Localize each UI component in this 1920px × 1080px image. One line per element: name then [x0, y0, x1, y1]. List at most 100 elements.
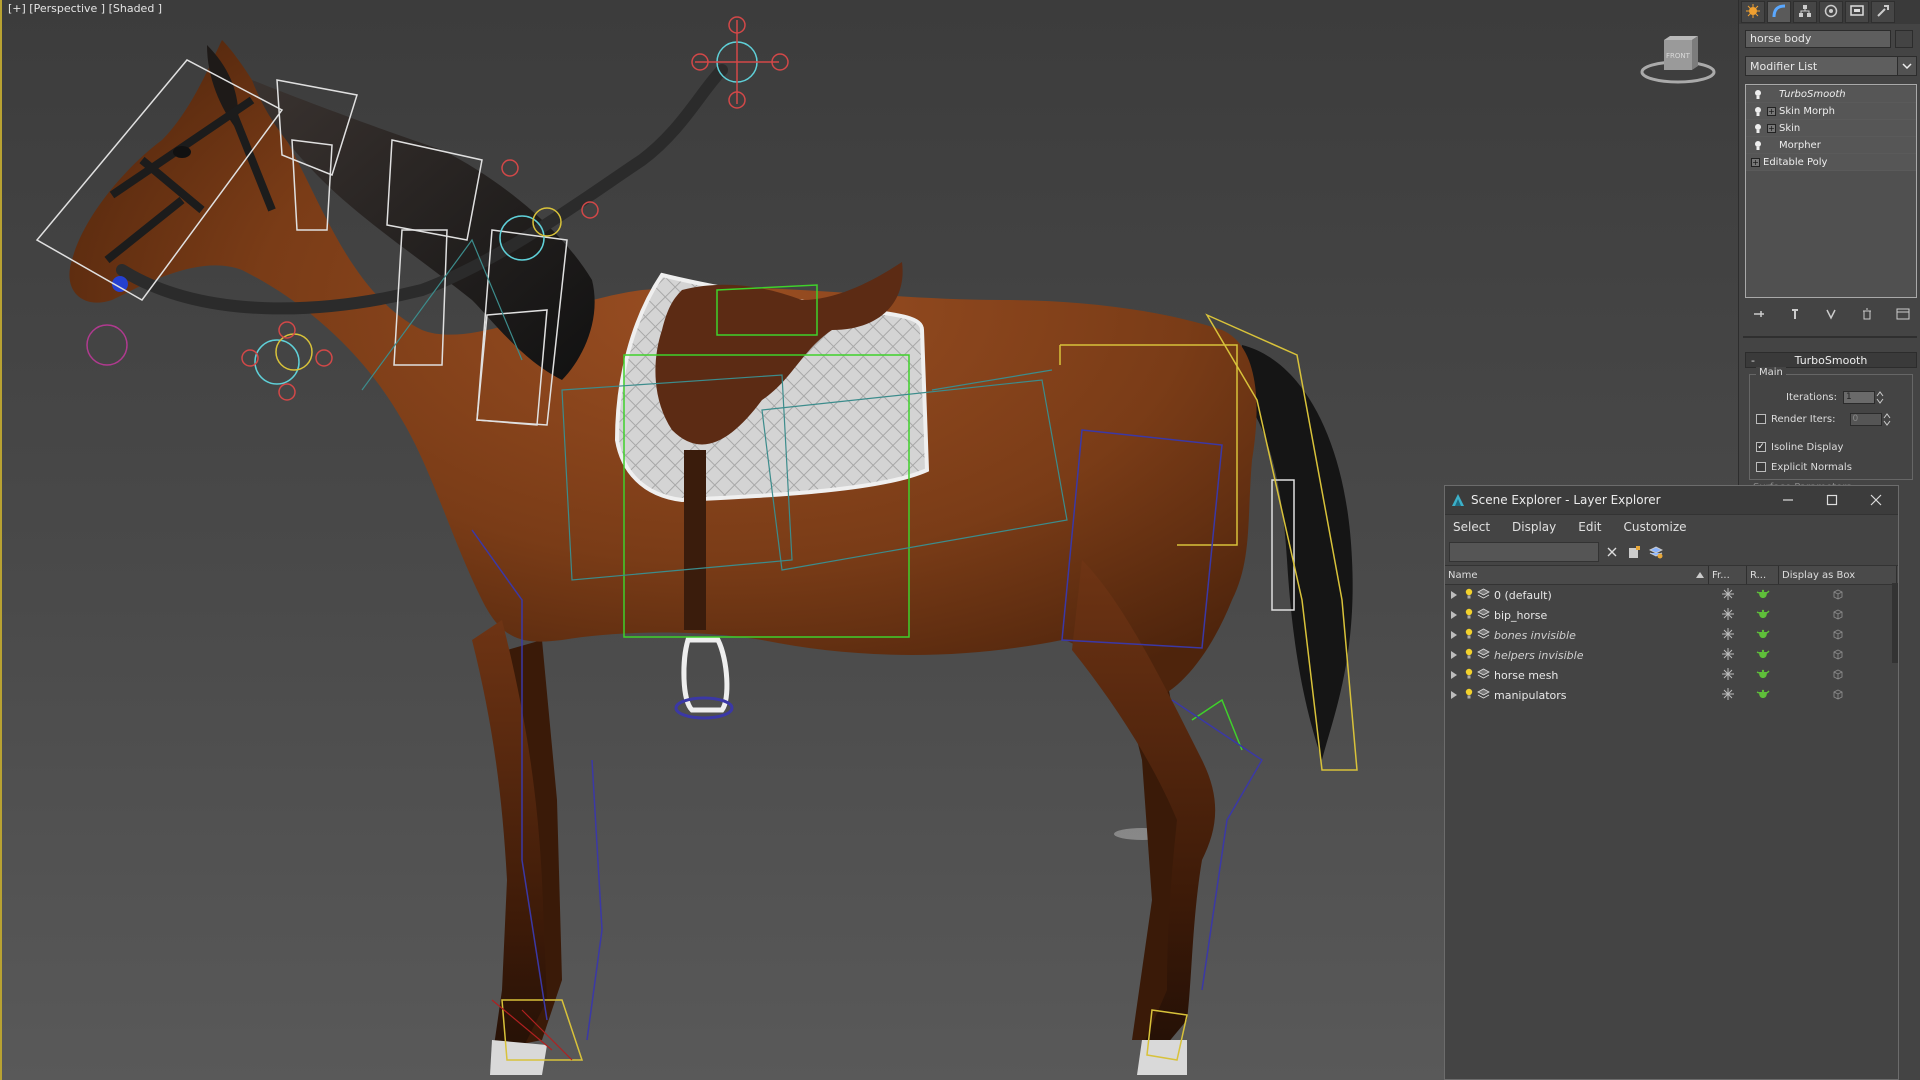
- render-teapot-icon[interactable]: [1756, 588, 1770, 602]
- layer-row[interactable]: bones invisible: [1445, 625, 1898, 645]
- expand-arrow-icon[interactable]: [1451, 591, 1457, 599]
- stack-item-turbosmooth[interactable]: TurboSmooth: [1746, 86, 1916, 103]
- utilities-icon: [1876, 4, 1890, 21]
- layer-row[interactable]: 0 (default): [1445, 585, 1898, 605]
- motion-tab[interactable]: [1819, 1, 1843, 23]
- column-name-header[interactable]: Name: [1445, 566, 1709, 584]
- vertical-scrollbar[interactable]: [1892, 583, 1898, 663]
- menu-customize[interactable]: Customize: [1624, 520, 1687, 534]
- close-icon: [1870, 494, 1882, 506]
- menu-display[interactable]: Display: [1512, 520, 1556, 534]
- spinner-arrows-icon[interactable]: [1883, 412, 1891, 426]
- viewport-label[interactable]: [+] [Perspective ] [Shaded ]: [8, 2, 162, 15]
- column-freeze-header[interactable]: Fr...: [1709, 566, 1747, 584]
- display-as-box-icon[interactable]: [1832, 688, 1844, 703]
- menu-edit[interactable]: Edit: [1578, 520, 1601, 534]
- expand-arrow-icon[interactable]: [1451, 631, 1457, 639]
- modify-tab[interactable]: [1767, 1, 1791, 23]
- object-name-field[interactable]: horse body: [1745, 30, 1891, 48]
- search-input[interactable]: [1449, 542, 1599, 562]
- layer-row[interactable]: helpers invisible: [1445, 645, 1898, 665]
- display-as-box-icon[interactable]: [1832, 588, 1844, 603]
- freeze-snowflake-icon[interactable]: [1722, 587, 1734, 603]
- layer-tools-button[interactable]: [1647, 543, 1665, 561]
- lightbulb-icon[interactable]: [1752, 139, 1764, 151]
- maximize-button[interactable]: [1810, 486, 1854, 514]
- stack-item-label: Morpher: [1779, 139, 1821, 151]
- expand-arrow-icon[interactable]: [1451, 691, 1457, 699]
- object-color-swatch[interactable]: [1895, 30, 1913, 48]
- layer-row[interactable]: horse mesh: [1445, 665, 1898, 685]
- lightbulb-icon[interactable]: [1465, 588, 1473, 602]
- lightbulb-icon[interactable]: [1465, 608, 1473, 622]
- scene-explorer-titlebar[interactable]: Scene Explorer - Layer Explorer: [1445, 486, 1898, 515]
- lightbulb-icon[interactable]: [1752, 88, 1764, 100]
- render-iters-checkbox[interactable]: [1756, 414, 1766, 424]
- render-teapot-icon[interactable]: [1756, 628, 1770, 642]
- render-teapot-icon[interactable]: [1756, 608, 1770, 622]
- freeze-snowflake-icon[interactable]: [1722, 627, 1734, 643]
- column-display-box-header[interactable]: Display as Box: [1779, 566, 1897, 584]
- configure-modifier-sets-icon[interactable]: [1895, 306, 1911, 322]
- rollout-title: TurboSmooth: [1794, 353, 1868, 367]
- hierarchy-tab[interactable]: [1793, 1, 1817, 23]
- freeze-snowflake-icon[interactable]: [1722, 647, 1734, 663]
- manipulator-bridle-gizmo[interactable]: [86, 321, 333, 401]
- lightbulb-icon[interactable]: [1465, 688, 1473, 702]
- lightbulb-icon[interactable]: [1465, 628, 1473, 642]
- menu-select[interactable]: Select: [1453, 520, 1490, 534]
- render-iters-spinner[interactable]: 0: [1849, 412, 1882, 426]
- chevron-down-icon: [1897, 57, 1916, 75]
- display-as-box-icon[interactable]: [1832, 648, 1844, 663]
- clear-search-button[interactable]: [1603, 543, 1621, 561]
- freeze-snowflake-icon[interactable]: [1722, 667, 1734, 683]
- turbosmooth-rollout-header[interactable]: - TurboSmooth: [1745, 352, 1917, 368]
- close-button[interactable]: [1854, 486, 1898, 514]
- expand-plus-icon[interactable]: +: [1767, 123, 1776, 133]
- display-tab[interactable]: [1845, 1, 1869, 23]
- explicit-normals-checkbox[interactable]: [1756, 462, 1766, 472]
- stack-item-skin[interactable]: + Skin: [1746, 120, 1916, 137]
- layer-stack-icon: [1477, 628, 1490, 643]
- layer-row[interactable]: manipulators: [1445, 685, 1898, 705]
- expand-arrow-icon[interactable]: [1451, 671, 1457, 679]
- render-teapot-icon[interactable]: [1756, 668, 1770, 682]
- show-end-result-icon[interactable]: [1787, 306, 1803, 322]
- spinner-arrows-icon[interactable]: [1876, 390, 1884, 404]
- freeze-snowflake-icon[interactable]: [1722, 687, 1734, 703]
- viewcube[interactable]: FRONT: [1638, 34, 1718, 86]
- add-layer-button[interactable]: [1625, 543, 1643, 561]
- stack-item-skin-morph[interactable]: + Skin Morph: [1746, 103, 1916, 120]
- make-unique-icon[interactable]: [1823, 306, 1839, 322]
- pin-stack-icon[interactable]: [1751, 306, 1767, 322]
- expand-arrow-icon[interactable]: [1451, 611, 1457, 619]
- modifier-list-dropdown[interactable]: Modifier List: [1745, 56, 1917, 76]
- stack-item-editable-poly[interactable]: + Editable Poly: [1746, 154, 1916, 171]
- command-panel-tabs: [1739, 0, 1920, 24]
- expand-plus-icon[interactable]: +: [1751, 157, 1760, 167]
- iterations-spinner[interactable]: 1: [1843, 390, 1875, 404]
- lightbulb-icon[interactable]: [1465, 668, 1473, 682]
- utilities-tab[interactable]: [1871, 1, 1895, 23]
- close-icon: [1607, 547, 1617, 557]
- render-teapot-icon[interactable]: [1756, 648, 1770, 662]
- layer-stack-icon: [1477, 648, 1490, 663]
- freeze-snowflake-icon[interactable]: [1722, 607, 1734, 623]
- minimize-button[interactable]: [1766, 486, 1810, 514]
- display-as-box-icon[interactable]: [1832, 668, 1844, 683]
- layer-row[interactable]: bip_horse: [1445, 605, 1898, 625]
- column-render-header[interactable]: R...: [1747, 566, 1779, 584]
- isoline-display-checkbox[interactable]: ✓: [1756, 442, 1766, 452]
- render-teapot-icon[interactable]: [1756, 688, 1770, 702]
- display-as-box-icon[interactable]: [1832, 628, 1844, 643]
- expand-plus-icon[interactable]: +: [1767, 106, 1776, 116]
- layer-name: 0 (default): [1494, 588, 1552, 602]
- expand-arrow-icon[interactable]: [1451, 651, 1457, 659]
- create-tab[interactable]: [1741, 1, 1765, 23]
- lightbulb-icon[interactable]: [1752, 105, 1764, 117]
- display-as-box-icon[interactable]: [1832, 608, 1844, 623]
- remove-modifier-icon[interactable]: [1859, 306, 1875, 322]
- stack-item-morpher[interactable]: Morpher: [1746, 137, 1916, 154]
- lightbulb-icon[interactable]: [1465, 648, 1473, 662]
- lightbulb-icon[interactable]: [1752, 122, 1764, 134]
